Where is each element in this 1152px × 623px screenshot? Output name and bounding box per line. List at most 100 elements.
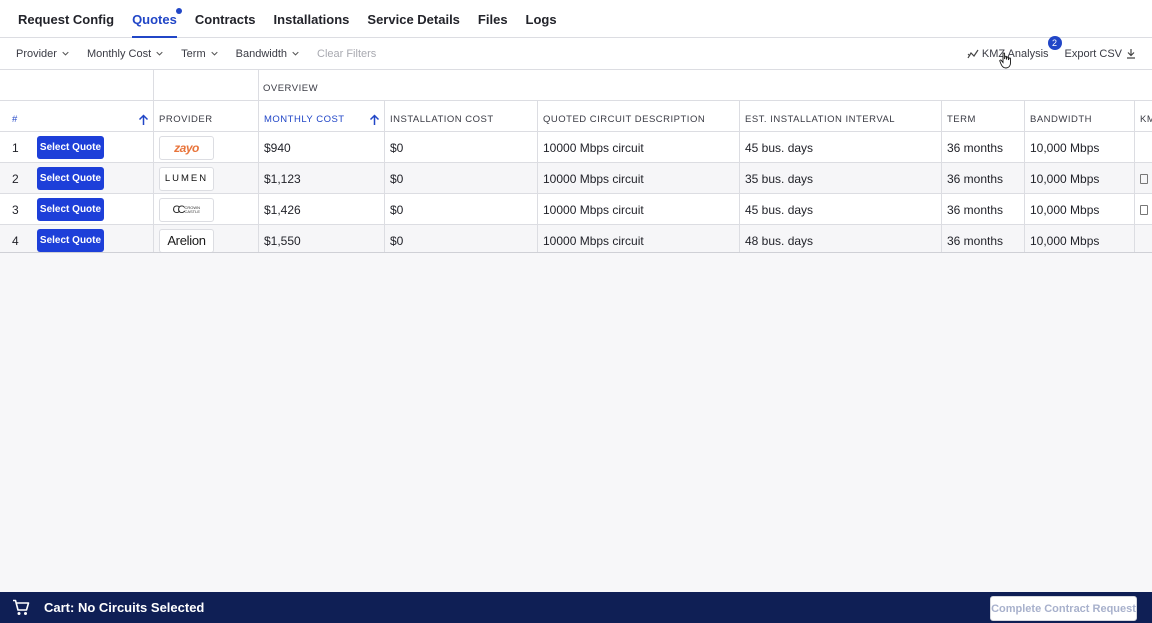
tab-request-config[interactable]: Request Config <box>18 0 114 37</box>
complete-contract-request-button[interactable]: Complete Contract Request <box>990 596 1137 621</box>
bandwidth-filter[interactable]: Bandwidth <box>236 48 299 60</box>
header-monthly-cost[interactable]: MONTHLY COST <box>259 101 385 131</box>
installation-cost-cell: $0 <box>385 132 538 163</box>
cart-bar: Cart: No Circuits Selected Complete Cont… <box>0 592 1152 623</box>
monthly-cost-cell: $940 <box>259 132 385 163</box>
column-divider <box>153 70 154 100</box>
provider-logo: CC CROWN CASTLE <box>159 197 214 222</box>
interval-cell: 35 bus. days <box>740 163 942 194</box>
table-row: 4 Select Quote Arelion $1,550 $0 10000 M… <box>0 225 1152 252</box>
quotes-table: OVERVIEW # PROVIDER MONTHLY COST INSTALL… <box>0 70 1152 253</box>
provider-logo: Arelion <box>159 228 214 252</box>
tab-bar: Request Config Quotes Contracts Installa… <box>0 0 1152 38</box>
kmz-file-icon[interactable] <box>1140 173 1148 184</box>
row-index: 3 <box>12 202 19 217</box>
tab-label: Logs <box>525 11 557 27</box>
hand-cursor-icon <box>999 52 1011 69</box>
header-label: KM <box>1140 114 1152 125</box>
header-index[interactable]: # <box>0 101 154 131</box>
bandwidth-cell: 10,000 Mbps <box>1025 194 1135 225</box>
select-cell: Select Quote <box>33 163 154 194</box>
download-icon <box>1127 49 1135 59</box>
filter-label: Bandwidth <box>235 47 287 60</box>
analysis-icon <box>967 49 979 59</box>
monthly-cost-cell: $1,426 <box>259 194 385 225</box>
description-cell: 10000 Mbps circuit <box>538 132 740 163</box>
header-installation-interval[interactable]: EST. INSTALLATION INTERVAL <box>740 101 942 131</box>
sort-arrow-icon[interactable] <box>138 114 149 126</box>
table-header-row: # PROVIDER MONTHLY COST INSTALLATION COS… <box>0 101 1152 132</box>
filter-label: Monthly Cost <box>86 47 152 60</box>
term-cell: 36 months <box>942 132 1025 163</box>
tab-label: Quotes <box>132 11 177 27</box>
toolbar-actions: KMZ Analysis 2 Export CSV <box>967 35 1136 69</box>
header-label: QUOTED CIRCUIT DESCRIPTION <box>543 114 706 125</box>
logo-wordmark: CROWN CASTLE <box>184 204 200 214</box>
description-cell: 10000 Mbps circuit <box>538 194 740 225</box>
provider-logo: LUMEN <box>159 166 214 191</box>
provider-cell: CC CROWN CASTLE <box>154 194 259 225</box>
tab-label: Request Config <box>18 11 115 27</box>
header-description[interactable]: QUOTED CIRCUIT DESCRIPTION <box>538 101 740 131</box>
tab-service-details[interactable]: Service Details <box>367 0 460 37</box>
tab-quotes[interactable]: Quotes <box>132 0 182 38</box>
provider-logo: zayo <box>159 135 214 160</box>
kmz-cell <box>1135 132 1152 163</box>
clear-filters-button[interactable]: Clear Filters <box>317 48 376 60</box>
kmz-cell <box>1135 163 1152 194</box>
provider-cell: LUMEN <box>154 163 259 194</box>
select-quote-button[interactable]: Select Quote <box>37 198 104 221</box>
tab-files[interactable]: Files <box>478 0 508 37</box>
installation-cost-cell: $0 <box>385 225 538 252</box>
select-quote-button[interactable]: Select Quote <box>37 167 104 190</box>
provider-filter[interactable]: Provider <box>16 48 69 60</box>
crown-castle-logo: CC CROWN CASTLE <box>173 204 201 216</box>
term-filter[interactable]: Term <box>181 48 218 60</box>
interval-cell: 45 bus. days <box>740 194 942 225</box>
header-label: PROVIDER <box>159 114 213 125</box>
installation-cost-cell: $0 <box>385 163 538 194</box>
select-cell: Select Quote <box>33 225 154 252</box>
provider-cell: Arelion <box>154 225 259 252</box>
tab-installations[interactable]: Installations <box>274 0 350 37</box>
sort-arrow-icon[interactable] <box>369 114 380 126</box>
tab-label: Files <box>477 11 508 27</box>
export-csv-button[interactable]: Export CSV <box>1065 48 1136 60</box>
filter-bar: Provider Monthly Cost Term Bandwidth Cle… <box>0 35 1152 70</box>
select-cell: Select Quote <box>33 132 154 163</box>
tab-label: Service Details <box>367 11 460 27</box>
table-row: 2 Select Quote LUMEN $1,123 $0 10000 Mbp… <box>0 163 1152 194</box>
table-row: 1 Select Quote zayo $940 $0 10000 Mbps c… <box>0 132 1152 163</box>
overview-group-label: OVERVIEW <box>263 83 319 94</box>
tab-logs[interactable]: Logs <box>526 0 557 37</box>
select-quote-button[interactable]: Select Quote <box>37 229 104 252</box>
monthly-cost-filter[interactable]: Monthly Cost <box>87 48 163 60</box>
header-kmz[interactable]: KM <box>1135 101 1152 131</box>
zayo-logo: zayo <box>174 140 199 155</box>
chevron-down-icon <box>156 51 163 56</box>
tab-contracts[interactable]: Contracts <box>195 0 256 37</box>
select-quote-button[interactable]: Select Quote <box>37 136 104 159</box>
header-label: EST. INSTALLATION INTERVAL <box>745 114 896 125</box>
header-provider[interactable]: PROVIDER <box>154 101 259 131</box>
header-label: # <box>12 114 18 125</box>
kmz-file-icon[interactable] <box>1140 204 1148 215</box>
header-installation-cost[interactable]: INSTALLATION COST <box>385 101 538 131</box>
description-cell: 10000 Mbps circuit <box>538 225 740 252</box>
cart-status-label: Cart: No Circuits Selected <box>44 600 205 615</box>
header-term[interactable]: TERM <box>942 101 1025 131</box>
chevron-down-icon <box>292 51 299 56</box>
kmz-cell <box>1135 225 1152 252</box>
header-label: BANDWIDTH <box>1030 114 1093 125</box>
cart-icon <box>13 599 30 615</box>
tab-label: Installations <box>273 11 350 27</box>
interval-cell: 48 bus. days <box>740 225 942 252</box>
header-bandwidth[interactable]: BANDWIDTH <box>1025 101 1135 131</box>
bandwidth-cell: 10,000 Mbps <box>1025 132 1135 163</box>
clear-filters-label: Clear Filters <box>317 47 377 60</box>
header-label: MONTHLY COST <box>264 114 345 125</box>
kmz-cell <box>1135 194 1152 225</box>
term-cell: 36 months <box>942 225 1025 252</box>
filter-label: Provider <box>16 47 57 60</box>
lumen-logo: LUMEN <box>164 173 209 184</box>
